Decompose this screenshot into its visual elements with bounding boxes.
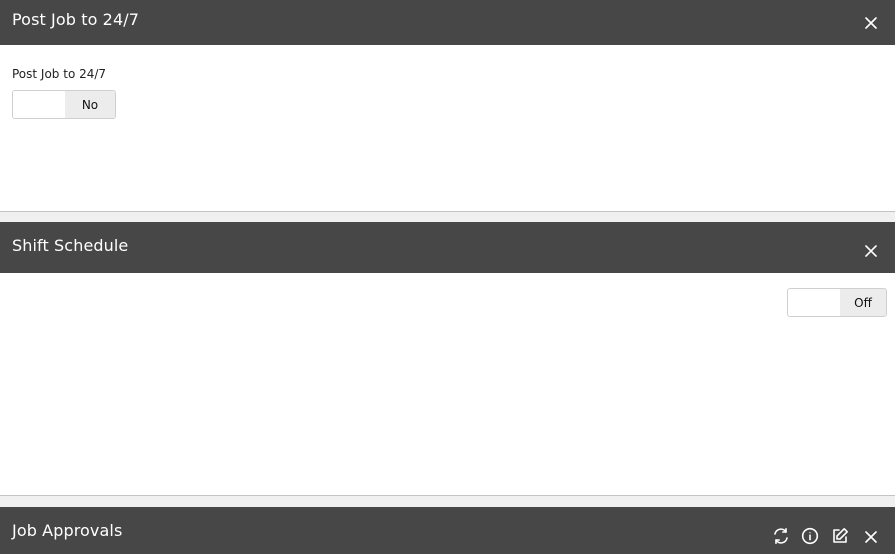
toggle-state-label: No — [65, 91, 115, 118]
job-approvals-panel-title: Job Approvals — [12, 521, 123, 540]
close-icon[interactable] — [861, 527, 881, 547]
edit-icon[interactable] — [830, 526, 850, 546]
post-job-panel-body — [0, 45, 895, 211]
close-icon[interactable] — [861, 13, 881, 33]
post-job-panel-title: Post Job to 24/7 — [12, 10, 139, 29]
post-job-panel-header: Post Job to 24/7 — [0, 0, 895, 45]
shift-schedule-toggle[interactable]: Off — [787, 288, 887, 317]
panel-separator — [0, 495, 895, 507]
post-job-toggle[interactable]: No — [12, 90, 116, 119]
refresh-icon[interactable] — [771, 526, 791, 546]
shift-schedule-panel-body — [0, 273, 895, 495]
toggle-knob — [13, 91, 65, 118]
panel-separator — [0, 211, 895, 222]
info-icon[interactable] — [800, 526, 820, 546]
post-job-field-label: Post Job to 24/7 — [12, 67, 107, 81]
shift-schedule-panel-header: Shift Schedule — [0, 222, 895, 273]
job-approvals-panel-header: Job Approvals — [0, 507, 895, 554]
close-icon[interactable] — [861, 241, 881, 261]
toggle-knob — [788, 289, 840, 316]
toggle-state-label: Off — [840, 289, 886, 316]
shift-schedule-panel-title: Shift Schedule — [12, 236, 129, 255]
